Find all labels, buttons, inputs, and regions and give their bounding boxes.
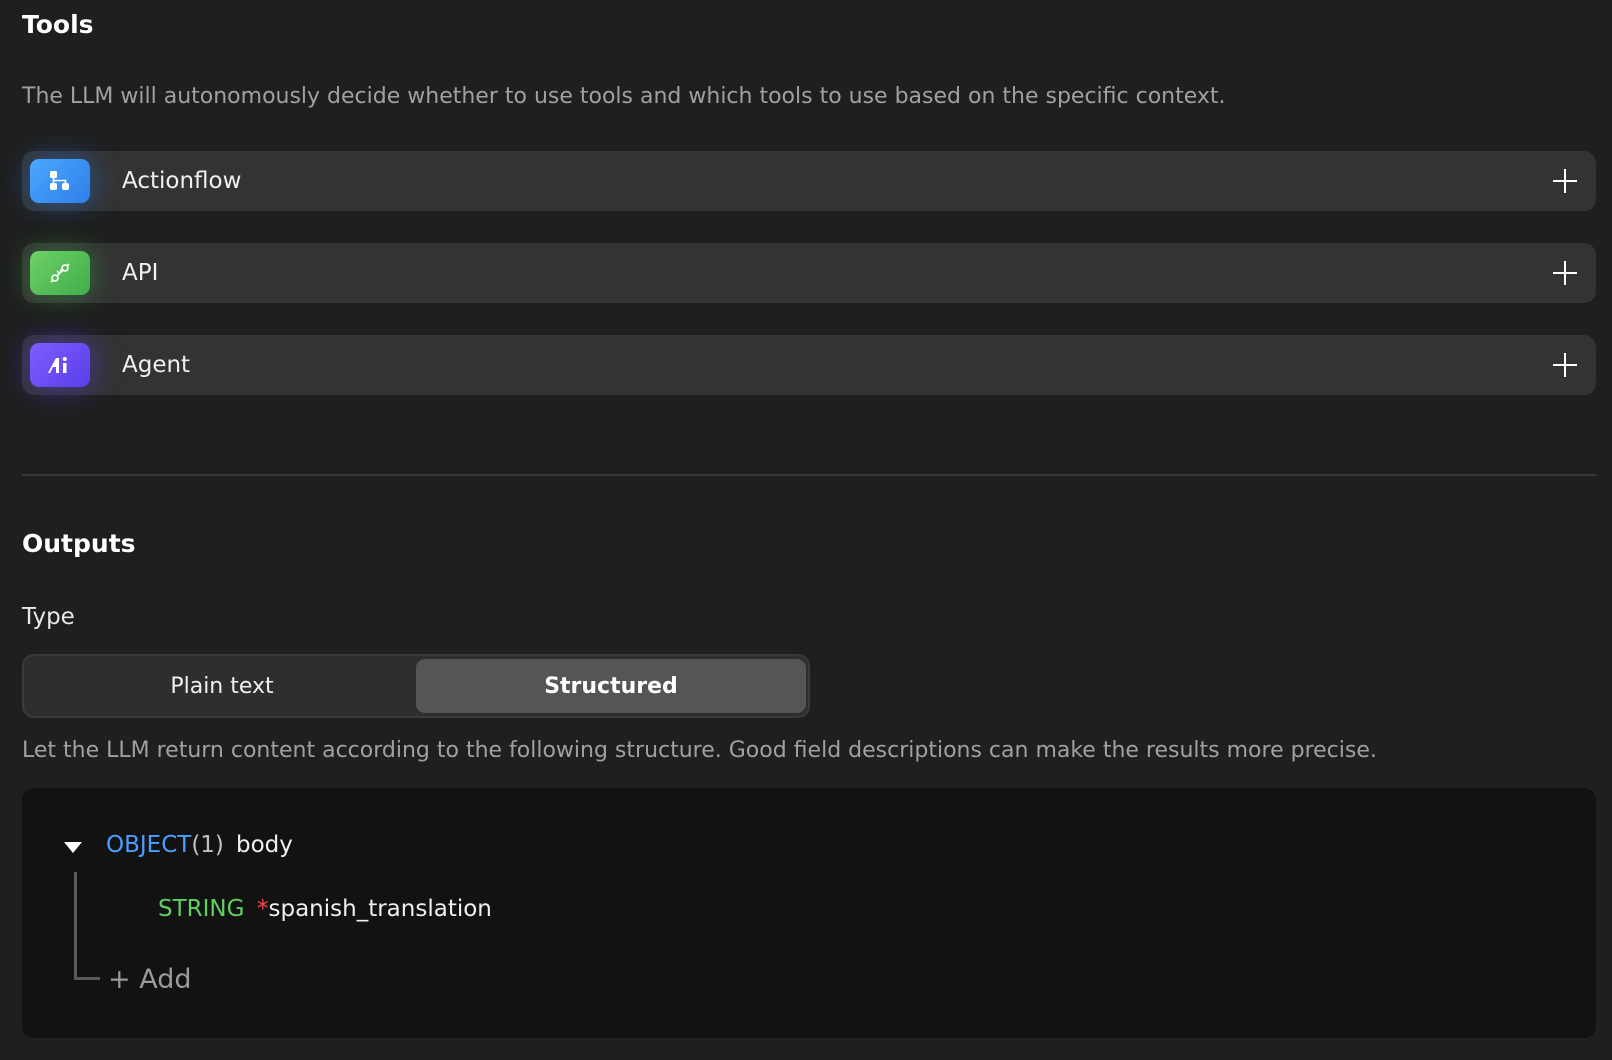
tool-label-actionflow: Actionflow <box>122 168 242 194</box>
required-marker: * <box>257 896 269 922</box>
field-type-string[interactable]: STRING <box>158 896 244 922</box>
field-name-text: spanish_translation <box>268 896 492 922</box>
field-name[interactable]: *spanish_translation <box>257 896 492 922</box>
tool-row-api[interactable]: API <box>22 243 1596 303</box>
ai-agent-icon <box>30 343 90 387</box>
tool-label-agent: Agent <box>122 352 191 378</box>
output-type-toggle: Plain text Structured <box>22 654 810 718</box>
add-agent-plus-icon[interactable] <box>1552 352 1578 378</box>
object-name[interactable]: body <box>236 832 293 858</box>
structure-description: Let the LLM return content according to … <box>22 738 1377 763</box>
api-plug-icon <box>30 251 90 295</box>
plain-text-option[interactable]: Plain text <box>27 659 417 713</box>
type-label: Type <box>22 604 75 630</box>
tool-row-agent[interactable]: Agent <box>22 335 1596 395</box>
object-field-count: (1) <box>191 832 224 858</box>
add-actionflow-plus-icon[interactable] <box>1552 168 1578 194</box>
object-type: OBJECT <box>106 832 192 858</box>
tool-label-api: API <box>122 260 159 286</box>
object-type-label[interactable]: OBJECT(1) <box>106 832 224 858</box>
structured-option[interactable]: Structured <box>416 659 806 713</box>
collapse-caret-icon[interactable] <box>64 842 82 853</box>
section-divider <box>22 474 1596 476</box>
outputs-title: Outputs <box>22 529 136 558</box>
tree-line-elbow <box>74 977 100 980</box>
tools-description: The LLM will autonomously decide whether… <box>22 84 1226 109</box>
tool-row-actionflow[interactable]: Actionflow <box>22 151 1596 211</box>
add-api-plus-icon[interactable] <box>1552 260 1578 286</box>
actionflow-icon <box>30 159 90 203</box>
tree-line <box>74 872 77 980</box>
page: Tools The LLM will autonomously decide w… <box>0 0 1612 1060</box>
tools-title: Tools <box>22 10 94 39</box>
schema-editor: OBJECT(1) body STRING *spanish_translati… <box>22 788 1596 1038</box>
add-field-button[interactable]: + Add <box>108 964 191 995</box>
